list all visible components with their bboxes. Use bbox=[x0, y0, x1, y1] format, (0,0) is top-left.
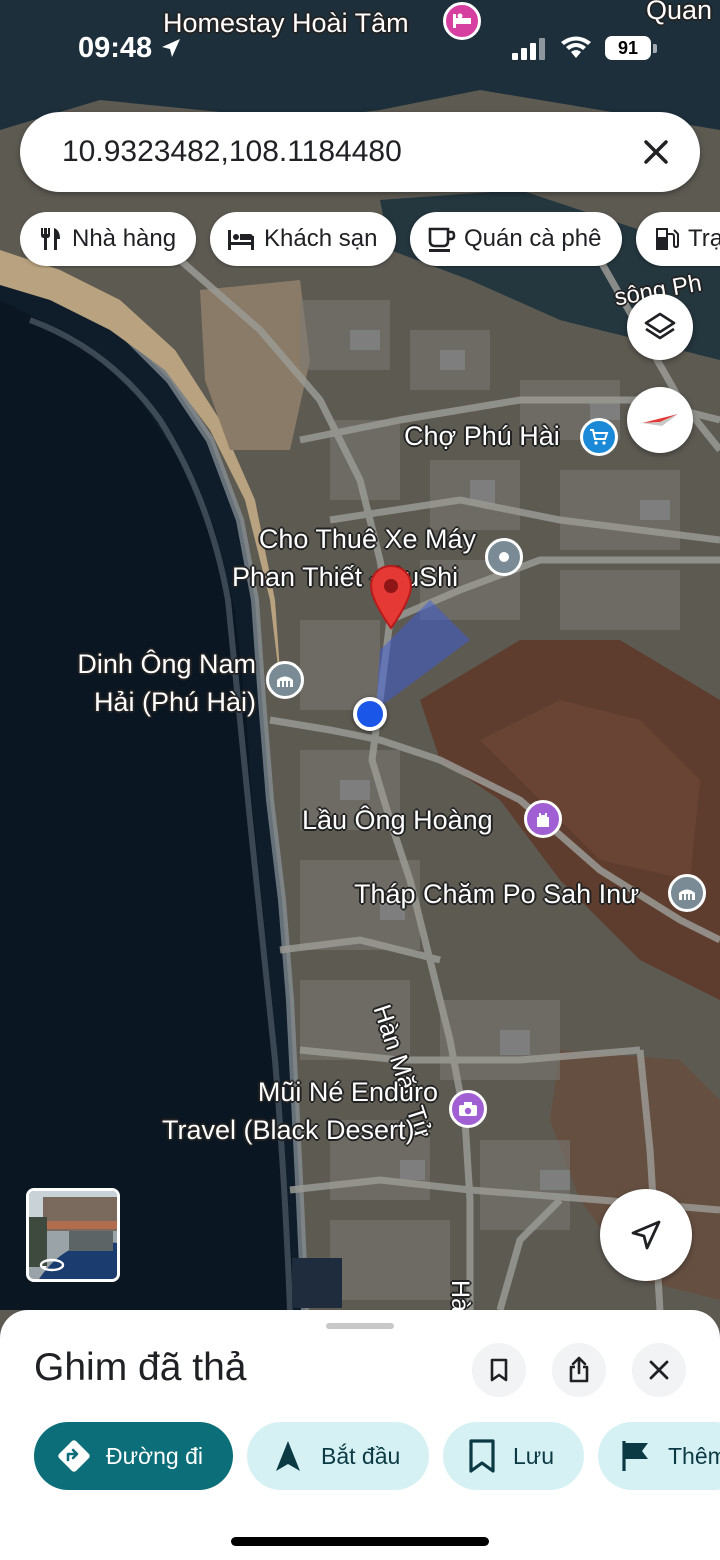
place-bottom-sheet[interactable]: Ghim đã thả Đường đi Bắt đầu Lưu Thêm bbox=[0, 1310, 720, 1560]
map-label-street-short: Hà bbox=[446, 1280, 474, 1312]
flag-icon bbox=[622, 1441, 648, 1471]
street-view-360-icon bbox=[39, 1258, 65, 1272]
chip-gas-stations[interactable]: Trạ bbox=[636, 212, 720, 266]
dropped-pin-icon[interactable] bbox=[368, 564, 414, 630]
map-label-cho-thue-1[interactable]: Cho Thuê Xe Máy bbox=[232, 521, 476, 558]
status-time: 09:48 bbox=[78, 32, 182, 65]
location-arrow-icon bbox=[162, 39, 181, 57]
save-place-button[interactable]: Lưu bbox=[443, 1422, 584, 1490]
generic-pin-icon[interactable] bbox=[485, 538, 523, 576]
chip-cafes[interactable]: Quán cà phê bbox=[410, 212, 622, 266]
action-label: Thêm bbox=[668, 1442, 720, 1469]
coffee-icon bbox=[428, 227, 456, 252]
map-label-thap[interactable]: Tháp Chăm Po Sah Inư bbox=[354, 876, 639, 913]
map-label-dinh-2[interactable]: Hải (Phú Hài) bbox=[40, 684, 256, 721]
search-bar[interactable] bbox=[20, 112, 700, 192]
action-label: Đường đi bbox=[106, 1442, 203, 1469]
camera-pin-icon[interactable] bbox=[449, 1090, 487, 1128]
status-bar: 09:48 91 bbox=[0, 0, 720, 100]
save-button[interactable] bbox=[472, 1343, 526, 1397]
map-label-cho-phu-hai[interactable]: Chợ Phú Hài bbox=[404, 418, 560, 455]
action-label: Lưu bbox=[513, 1442, 554, 1469]
gas-station-icon bbox=[656, 228, 679, 250]
map-label-mui-ne-1[interactable]: Mũi Né Enduro bbox=[150, 1074, 438, 1111]
close-icon bbox=[649, 1360, 669, 1380]
shopping-pin-icon[interactable] bbox=[580, 418, 618, 456]
navigation-arrow-icon bbox=[631, 1220, 661, 1250]
directions-button[interactable]: Đường đi bbox=[34, 1422, 233, 1490]
navigation-icon bbox=[276, 1441, 300, 1471]
layers-icon bbox=[644, 312, 676, 340]
bookmark-icon bbox=[490, 1358, 508, 1382]
chip-label: Quán cà phê bbox=[464, 225, 602, 252]
signal-icon bbox=[512, 38, 545, 60]
share-icon bbox=[569, 1356, 589, 1383]
category-chips: Nhà hàng Khách sạn Quán cà phê Trạ bbox=[20, 212, 720, 268]
chip-label: Nhà hàng bbox=[72, 225, 177, 252]
search-input[interactable] bbox=[60, 130, 624, 174]
street-view-thumbnail[interactable] bbox=[26, 1188, 120, 1282]
more-actions-button[interactable]: Thêm bbox=[598, 1422, 720, 1490]
temple-pin-icon[interactable] bbox=[668, 874, 706, 912]
home-indicator[interactable] bbox=[231, 1537, 489, 1546]
action-label: Bắt đầu bbox=[321, 1442, 401, 1469]
current-location-dot bbox=[353, 697, 387, 731]
map-label-cho-thue-2[interactable]: Phan Thiết - SuShi bbox=[232, 559, 458, 596]
chip-restaurants[interactable]: Nhà hàng bbox=[20, 212, 196, 266]
chip-label: Trạ bbox=[688, 225, 720, 252]
compass-icon bbox=[642, 414, 678, 426]
sheet-drag-handle[interactable] bbox=[326, 1323, 394, 1329]
map-label-dinh-1[interactable]: Dinh Ông Nam bbox=[40, 646, 256, 683]
chip-hotels[interactable]: Khách sạn bbox=[210, 212, 396, 266]
start-navigation-button[interactable]: Bắt đầu bbox=[247, 1422, 429, 1490]
clear-search-icon[interactable] bbox=[638, 134, 674, 170]
map-label-lau[interactable]: Lầu Ông Hoàng bbox=[302, 802, 493, 839]
temple-pin-icon[interactable] bbox=[266, 661, 304, 699]
battery-indicator: 91 bbox=[605, 36, 651, 60]
chip-label: Khách sạn bbox=[264, 225, 378, 252]
compass-button[interactable] bbox=[627, 387, 693, 453]
share-button[interactable] bbox=[552, 1343, 606, 1397]
bookmark-icon bbox=[469, 1439, 495, 1473]
wifi-icon bbox=[561, 36, 591, 58]
close-sheet-button[interactable] bbox=[632, 1343, 686, 1397]
directions-icon bbox=[58, 1440, 90, 1472]
landmark-pin-icon[interactable] bbox=[524, 800, 562, 838]
battery-tip bbox=[653, 44, 657, 53]
map-label-mui-ne-2[interactable]: Travel (Black Desert) bbox=[162, 1112, 415, 1149]
restaurant-icon bbox=[41, 228, 60, 250]
sheet-title: Ghim đã thả bbox=[34, 1346, 247, 1389]
hotel-icon bbox=[228, 230, 254, 250]
my-location-button[interactable] bbox=[600, 1189, 692, 1281]
layers-button[interactable] bbox=[627, 294, 693, 360]
